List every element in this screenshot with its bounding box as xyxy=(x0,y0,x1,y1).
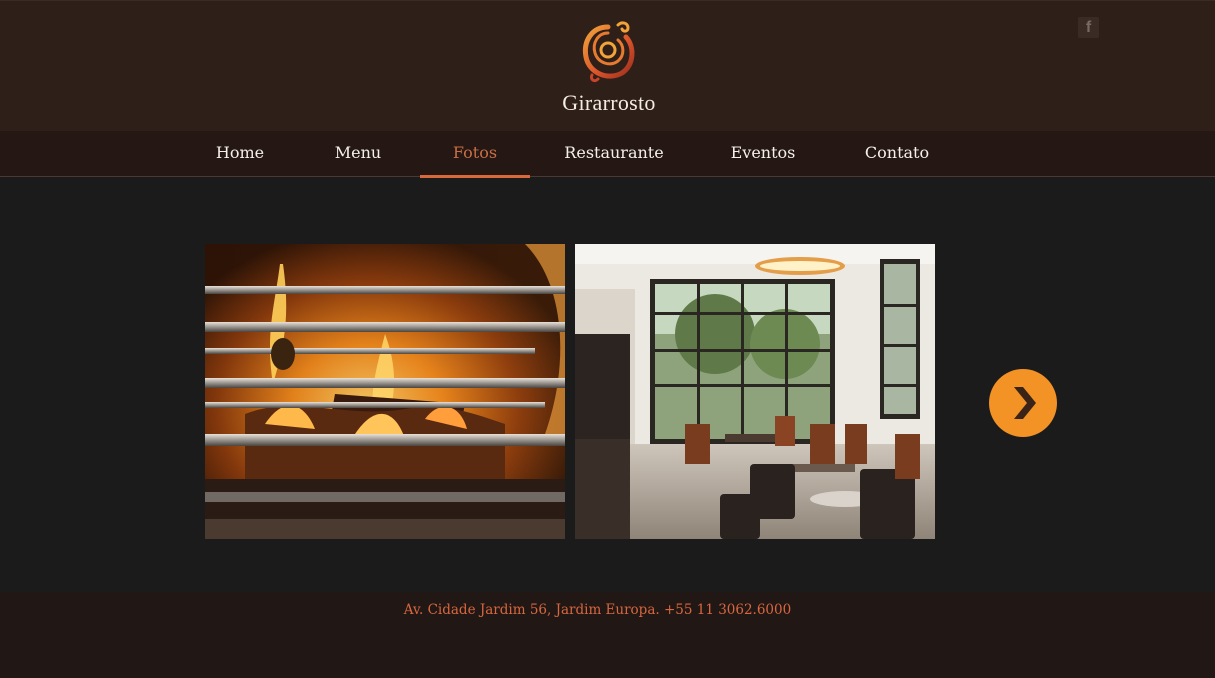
nav-item-eventos[interactable]: Eventos xyxy=(718,131,808,177)
nav-item-fotos[interactable]: Fotos xyxy=(420,131,530,177)
active-nav-indicator xyxy=(420,175,530,178)
footer-address: Av. Cidade Jardim 56, Jardim Europa. +55… xyxy=(403,602,792,618)
facebook-icon[interactable]: f xyxy=(1078,17,1099,38)
chevron-right-icon xyxy=(1014,387,1036,419)
site-header: Girarrosto f xyxy=(0,0,1215,131)
swirl-logo-icon[interactable] xyxy=(578,19,638,85)
brand-name: Girarrosto xyxy=(562,90,656,115)
site-footer: Av. Cidade Jardim 56, Jardim Europa. +55… xyxy=(0,592,1215,678)
nav-item-home[interactable]: Home xyxy=(200,131,280,177)
next-photo-button[interactable] xyxy=(989,369,1057,437)
main-nav: Home Menu Fotos Restaurante Eventos Cont… xyxy=(0,131,1215,177)
gallery-photo-grill[interactable] xyxy=(205,244,565,539)
nav-item-menu[interactable]: Menu xyxy=(318,131,398,177)
gallery-photo-dining-room[interactable] xyxy=(575,244,935,539)
nav-item-contato[interactable]: Contato xyxy=(852,131,942,177)
nav-item-restaurante[interactable]: Restaurante xyxy=(555,131,673,177)
